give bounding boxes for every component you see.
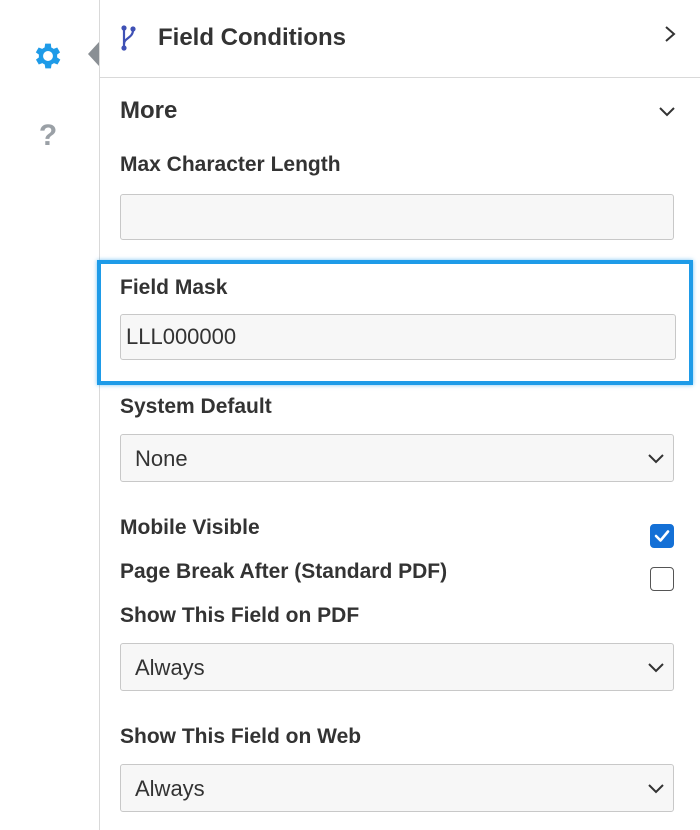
- system-default-select[interactable]: None: [120, 434, 674, 482]
- chevron-down-icon: [648, 784, 664, 794]
- field-mask-input[interactable]: [120, 314, 676, 360]
- field-conditions-title: Field Conditions: [158, 24, 346, 51]
- page-break-after-checkbox[interactable]: [650, 567, 674, 591]
- show-on-web-select[interactable]: Always: [120, 764, 674, 812]
- show-on-pdf-value: Always: [135, 655, 205, 680]
- more-section-title[interactable]: More: [120, 97, 177, 125]
- field-mask-highlight: Field Mask: [97, 260, 693, 385]
- chevron-down-icon: [648, 663, 664, 673]
- mobile-visible-checkbox[interactable]: [650, 524, 674, 548]
- show-on-pdf-select[interactable]: Always: [120, 643, 674, 691]
- chevron-down-icon[interactable]: [658, 106, 676, 118]
- show-on-web-label: Show This Field on Web: [120, 725, 362, 748]
- chevron-right-icon[interactable]: [663, 24, 677, 44]
- help-icon[interactable]: ?: [30, 118, 66, 154]
- max-character-length-label: Max Character Length: [120, 153, 341, 176]
- left-rail: ?: [0, 0, 100, 830]
- system-default-label: System Default: [120, 395, 272, 418]
- system-default-value: None: [135, 446, 188, 471]
- mobile-visible-label: Mobile Visible: [120, 516, 260, 539]
- page-break-after-label: Page Break After (Standard PDF): [120, 560, 448, 583]
- field-mask-label: Field Mask: [120, 276, 228, 299]
- max-character-length-input[interactable]: [120, 194, 674, 240]
- chevron-down-icon: [648, 454, 664, 464]
- field-conditions-header[interactable]: Field Conditions: [100, 0, 700, 78]
- show-on-pdf-label: Show This Field on PDF: [120, 604, 360, 627]
- show-on-web-value: Always: [135, 776, 205, 801]
- active-pointer: [88, 42, 99, 66]
- checkmark-icon: [654, 530, 670, 542]
- branch-icon: [121, 25, 136, 51]
- gear-icon[interactable]: [30, 38, 66, 74]
